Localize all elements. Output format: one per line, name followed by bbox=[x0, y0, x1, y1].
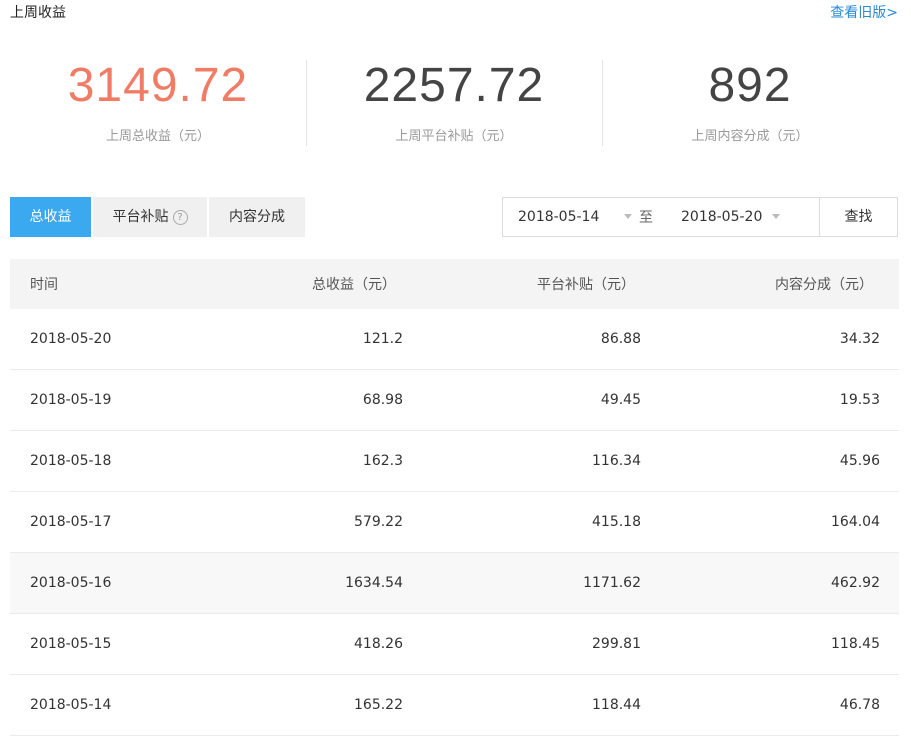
table-row: 2018-05-16 1634.54 1171.62 462.92 bbox=[10, 553, 899, 614]
stat-value: 892 bbox=[708, 59, 792, 112]
header-platform-subsidy: 平台补贴（元） bbox=[537, 277, 635, 293]
start-date-input[interactable]: 2018-05-14 bbox=[503, 198, 635, 236]
stat-platform-subsidy: 2257.72 上周平台补贴（元） bbox=[306, 58, 602, 150]
cell-total-income: 162.3 bbox=[362, 453, 403, 469]
stat-value: 2257.72 bbox=[363, 59, 545, 112]
end-date-value: 2018-05-20 bbox=[681, 209, 763, 225]
tab-label: 内容分成 bbox=[229, 209, 285, 225]
cell-date: 2018-05-16 bbox=[30, 575, 112, 591]
cell-content-share: 46.78 bbox=[839, 697, 880, 713]
cell-platform-subsidy: 49.45 bbox=[600, 392, 641, 408]
cell-platform-subsidy: 299.81 bbox=[592, 636, 641, 652]
header-content-share: 内容分成（元） bbox=[775, 277, 873, 293]
table-row: 2018-05-15 418.26 299.81 118.45 bbox=[10, 614, 899, 675]
end-date-input[interactable]: 2018-05-20 bbox=[657, 198, 807, 236]
stat-label: 上周总收益（元） bbox=[105, 129, 210, 144]
cell-platform-subsidy: 1171.62 bbox=[583, 575, 641, 591]
cell-content-share: 34.32 bbox=[839, 331, 880, 347]
header-total-income: 总收益（元） bbox=[312, 277, 396, 293]
header-date: 时间 bbox=[30, 277, 58, 293]
cell-total-income: 165.22 bbox=[354, 697, 403, 713]
table-row: 2018-05-14 165.22 118.44 46.78 bbox=[10, 675, 899, 736]
date-range-filter: 2018-05-14 至 2018-05-20 查找 bbox=[502, 197, 898, 237]
search-button[interactable]: 查找 bbox=[819, 198, 897, 236]
income-tabs: 总收益 平台补贴? 内容分成 bbox=[10, 197, 307, 237]
tab-total-income[interactable]: 总收益 bbox=[10, 197, 91, 237]
cell-content-share: 45.96 bbox=[839, 453, 880, 469]
table-row: 2018-05-18 162.3 116.34 45.96 bbox=[10, 431, 899, 492]
cell-date: 2018-05-15 bbox=[30, 636, 112, 652]
date-separator: 至 bbox=[639, 210, 653, 226]
cell-date: 2018-05-20 bbox=[30, 331, 112, 347]
cell-total-income: 1634.54 bbox=[345, 575, 403, 591]
cell-date: 2018-05-14 bbox=[30, 697, 112, 713]
cell-date: 2018-05-17 bbox=[30, 514, 112, 530]
income-table: 时间 总收益（元） 平台补贴（元） 内容分成（元） 2018-05-20 121… bbox=[10, 259, 899, 736]
start-date-value: 2018-05-14 bbox=[518, 209, 600, 225]
cell-total-income: 68.98 bbox=[362, 392, 403, 408]
cell-content-share: 462.92 bbox=[831, 575, 880, 591]
old-version-link[interactable]: 查看旧版> bbox=[830, 2, 898, 22]
tab-platform-subsidy[interactable]: 平台补贴? bbox=[93, 197, 207, 237]
cell-total-income: 121.2 bbox=[362, 331, 403, 347]
stats-summary: 3149.72 上周总收益（元） 2257.72 上周平台补贴（元） 892 上… bbox=[10, 58, 898, 150]
table-row: 2018-05-17 579.22 415.18 164.04 bbox=[10, 492, 899, 553]
tab-label: 平台补贴 bbox=[112, 209, 169, 225]
tab-label: 总收益 bbox=[29, 209, 72, 225]
cell-platform-subsidy: 415.18 bbox=[592, 514, 641, 530]
chevron-down-icon bbox=[624, 214, 632, 219]
chevron-down-icon bbox=[772, 214, 780, 219]
stat-value: 3149.72 bbox=[67, 59, 249, 112]
tab-content-share[interactable]: 内容分成 bbox=[209, 197, 305, 237]
cell-total-income: 579.22 bbox=[354, 514, 403, 530]
table-row: 2018-05-20 121.2 86.88 34.32 bbox=[10, 309, 899, 370]
cell-platform-subsidy: 116.34 bbox=[592, 453, 641, 469]
cell-platform-subsidy: 118.44 bbox=[592, 697, 641, 713]
stat-label: 上周平台补贴（元） bbox=[395, 129, 513, 144]
table-row: 2018-05-19 68.98 49.45 19.53 bbox=[10, 370, 899, 431]
cell-date: 2018-05-18 bbox=[30, 453, 112, 469]
help-icon[interactable]: ? bbox=[172, 210, 188, 225]
cell-content-share: 164.04 bbox=[831, 514, 880, 530]
cell-platform-subsidy: 86.88 bbox=[600, 331, 641, 347]
stat-label: 上周内容分成（元） bbox=[691, 129, 809, 144]
cell-content-share: 118.45 bbox=[831, 636, 880, 652]
cell-content-share: 19.53 bbox=[839, 392, 880, 408]
table-header: 时间 总收益（元） 平台补贴（元） 内容分成（元） bbox=[10, 259, 899, 309]
stat-content-share: 892 上周内容分成（元） bbox=[602, 58, 898, 150]
stat-total-income: 3149.72 上周总收益（元） bbox=[10, 58, 306, 150]
section-title: 上周收益 bbox=[10, 5, 66, 21]
cell-total-income: 418.26 bbox=[354, 636, 403, 652]
cell-date: 2018-05-19 bbox=[30, 392, 112, 408]
